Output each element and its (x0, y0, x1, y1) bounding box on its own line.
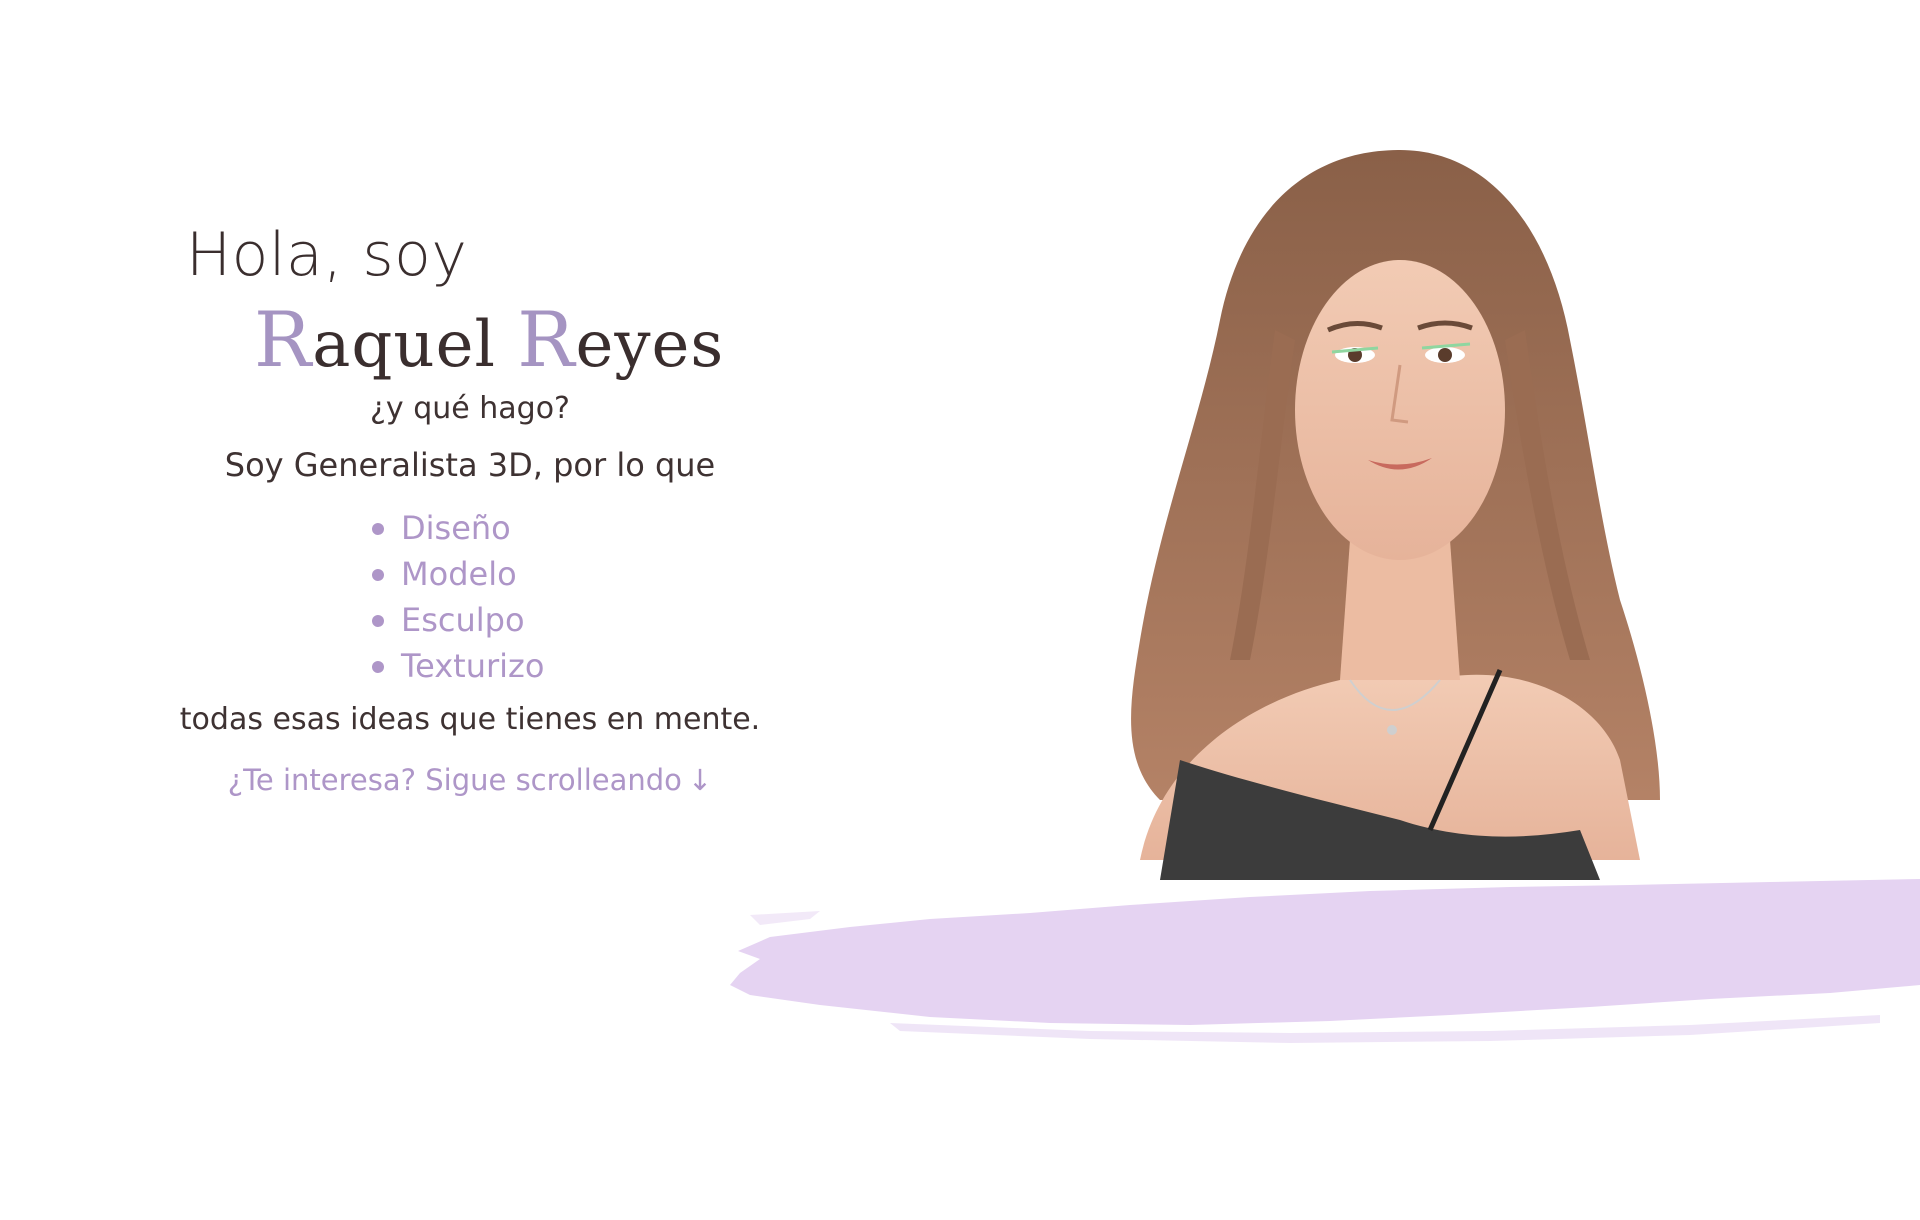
last-name-rest: eyes (575, 308, 725, 382)
skill-label: Diseño (401, 509, 511, 547)
skill-item: Esculpo (372, 597, 544, 643)
skill-item: Modelo (372, 551, 544, 597)
last-name-initial: R (517, 295, 576, 384)
brush-stroke-decoration (730, 879, 1920, 1043)
role-statement: Soy Generalista 3D, por lo que (224, 446, 716, 484)
scroll-hint-label: ¿Te interesa? Sigue scrolleando (227, 763, 682, 797)
skill-label: Modelo (401, 555, 517, 593)
what-i-do-question: ¿y qué hago? (370, 391, 570, 426)
bullet-icon (372, 523, 384, 535)
hero-section: Hola, soy Raquel Reyes ¿y qué hago? Soy … (0, 0, 1920, 1220)
skill-label: Esculpo (401, 601, 525, 639)
skill-item: Texturizo (372, 643, 544, 689)
bullet-icon (372, 615, 384, 627)
bullet-icon (372, 569, 384, 581)
scroll-hint-link[interactable]: ¿Te interesa? Sigue scrolleando ↓ (150, 759, 790, 801)
portrait-photo (1131, 150, 1660, 880)
skill-item: Diseño (372, 505, 544, 551)
skills-list: Diseño Modelo Esculpo Texturizo (372, 505, 544, 689)
closing-statement: todas esas ideas que tienes en mente. (179, 702, 761, 737)
name-heading: Raquel Reyes (254, 297, 724, 388)
arrow-down-icon: ↓ (687, 763, 713, 797)
greeting-heading: Hola, soy (186, 220, 468, 290)
skill-label: Texturizo (401, 647, 545, 685)
first-name-rest: aquel (312, 308, 496, 382)
bullet-icon (372, 661, 384, 673)
first-name-initial: R (254, 295, 313, 384)
